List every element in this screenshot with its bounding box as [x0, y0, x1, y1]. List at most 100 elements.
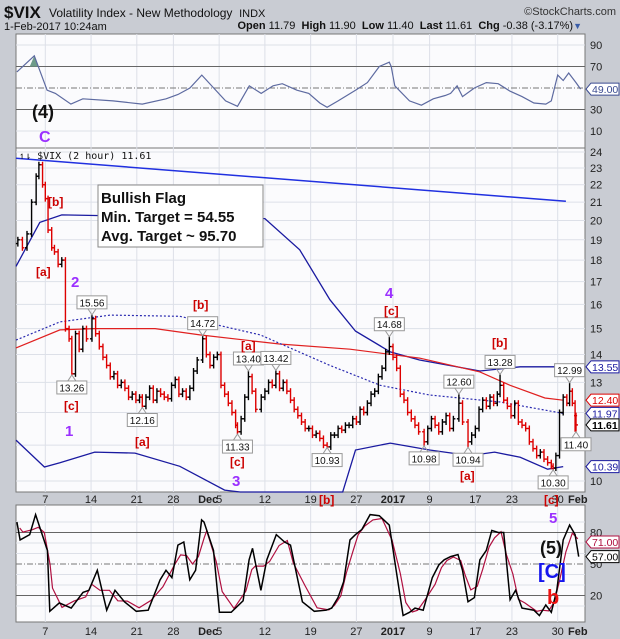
flag-avg-target: Avg. Target ~ 95.70 — [101, 228, 236, 245]
wave-label: [a] — [135, 435, 150, 449]
x-axis-label: Feb — [568, 494, 588, 506]
stochastic-flag: 57.00 — [585, 550, 620, 564]
flag-value: 13.55 — [592, 362, 618, 374]
wave-label: [c] — [544, 493, 559, 507]
wave-label: b — [547, 587, 559, 609]
rsi-axis-label: 10 — [590, 126, 602, 138]
x-axis-label: 17 — [469, 626, 481, 638]
x-axis-label: 7 — [42, 626, 48, 638]
flag-title: Bullish Flag — [101, 190, 186, 207]
price-axis-label: 19 — [590, 235, 602, 247]
main-legend: ↿⇂ $VIX (2 hour) 11.61 — [19, 151, 151, 162]
x-axis-label: 21 — [131, 626, 143, 638]
callout-value: 14.72 — [190, 319, 215, 330]
price-axis-label: 18 — [590, 255, 602, 267]
x-axis-label: 28 — [167, 626, 179, 638]
x-axis-label: 30 — [552, 626, 564, 638]
callout-value: 14.68 — [377, 320, 402, 331]
wave-label: [b] — [193, 298, 208, 312]
price-axis-label: 23 — [590, 163, 602, 175]
price-axis-label: 16 — [590, 299, 602, 311]
x-axis-label: 19 — [305, 626, 317, 638]
callout-value: 12.16 — [130, 416, 155, 427]
chart-canvas: 15.56 13.26 14.72 12.16 13.40 13.42 11.33 10.93… — [15, 33, 620, 638]
wave-label: [c] — [230, 455, 245, 469]
flag-value: 57.00 — [592, 552, 618, 564]
price-axis-label: 15 — [590, 324, 602, 336]
x-axis-label: 27 — [350, 494, 362, 506]
x-axis-label: 5 — [216, 494, 222, 506]
x-axis-label: 9 — [427, 494, 433, 506]
wave-label: 4 — [385, 285, 394, 302]
x-axis-label: 7 — [42, 494, 48, 506]
wave-label: [a] — [241, 339, 256, 353]
callout-value: 10.93 — [315, 456, 340, 467]
x-axis-label: 12 — [259, 494, 271, 506]
bullish-flag-annotation: Bullish Flag Min. Target = 54.55 Avg. Ta… — [97, 184, 264, 248]
wave-label: 2 — [71, 274, 79, 291]
wave-label: [b] — [492, 336, 507, 350]
price-axis-label: 22 — [590, 180, 602, 192]
x-axis-label: 23 — [506, 494, 518, 506]
wave-label: [c] — [64, 399, 79, 413]
x-axis-label: 17 — [469, 494, 481, 506]
price-axis-label: 21 — [590, 197, 602, 209]
callout-value: 13.42 — [263, 354, 288, 365]
x-axis-label: 9 — [427, 626, 433, 638]
callout-value: 13.28 — [488, 358, 513, 369]
callout-value: 12.99 — [557, 366, 582, 377]
rsi-axis-label: 70 — [590, 62, 602, 74]
flag-value: 10.39 — [592, 462, 618, 474]
x-axis-label: 19 — [305, 494, 317, 506]
rsi-axis-label: 30 — [590, 105, 602, 117]
price-flag: 12.40 — [585, 393, 620, 407]
wave-label: [b] — [319, 493, 334, 507]
price-axis-label: 10 — [590, 476, 602, 488]
wave-label: 3 — [232, 473, 240, 490]
x-axis-label: 27 — [350, 626, 362, 638]
callout-value: 13.40 — [236, 355, 261, 366]
x-axis-label: 14 — [85, 626, 97, 638]
price-flag: 10.39 — [585, 460, 620, 474]
x-axis-label: 12 — [259, 626, 271, 638]
price-axis-label: 13 — [590, 377, 602, 389]
flag-value: 71.00 — [592, 537, 618, 549]
price-axis-label: 17 — [590, 277, 602, 289]
wave-label: 5 — [549, 510, 557, 527]
wave-label: [c] — [384, 304, 399, 318]
x-axis-label: 2017 — [381, 626, 405, 638]
price-flag: 13.55 — [585, 360, 620, 374]
flag-value: 49.00 — [592, 84, 618, 96]
x-axis-label: 5 — [216, 626, 222, 638]
price-axis-label: 20 — [590, 216, 602, 228]
x-axis-label: 28 — [167, 494, 179, 506]
rsi-last-flag: 49.00 — [585, 82, 620, 96]
callout-value: 10.94 — [456, 456, 481, 467]
callout-value: 11.33 — [225, 443, 250, 454]
wave-label: 1 — [65, 423, 73, 440]
wave-label: C — [39, 129, 51, 146]
flag-value: 11.61 — [592, 420, 618, 432]
wave-label: [a] — [460, 469, 475, 483]
rsi-axis-label: 90 — [590, 40, 602, 52]
price-axis-label: 24 — [590, 147, 602, 159]
x-axis-label: Feb — [568, 626, 588, 638]
flag-value: 12.40 — [592, 395, 618, 407]
wave-label: [b] — [48, 195, 63, 209]
stochastic-axis-label: 20 — [590, 591, 602, 603]
wave-label: (5) — [540, 538, 562, 558]
callout-value: 10.98 — [412, 454, 437, 465]
flag-min-target: Min. Target = 54.55 — [101, 209, 235, 226]
wave-label: (4) — [32, 102, 54, 122]
x-axis-label: 23 — [506, 626, 518, 638]
x-axis-label: 2017 — [381, 494, 405, 506]
wave-label: [a] — [36, 265, 51, 279]
wave-label: [C] — [538, 561, 566, 583]
x-axis-label: 21 — [131, 494, 143, 506]
callout-value: 11.40 — [564, 440, 589, 451]
callout-value: 12.60 — [446, 378, 471, 389]
price-flag: 11.61 — [585, 418, 620, 432]
stochastic-flag: 71.00 — [585, 535, 620, 549]
callout-value: 15.56 — [79, 298, 104, 309]
callout-value: 13.26 — [59, 383, 84, 394]
